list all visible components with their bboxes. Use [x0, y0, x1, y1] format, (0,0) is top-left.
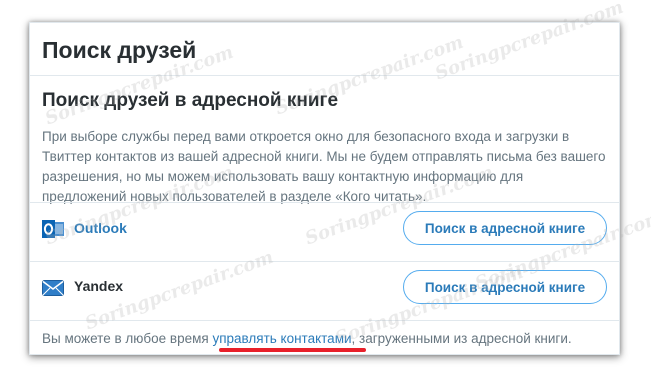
section-heading: Поиск друзей в адресной книге — [42, 90, 339, 111]
service-row-outlook: Outlook Поиск в адресной книге — [30, 202, 619, 254]
mail-envelope-icon — [42, 280, 64, 296]
footer-note: Вы можете в любое время управлять контак… — [42, 331, 572, 346]
service-row-yandex: Yandex Поиск в адресной книге — [30, 261, 619, 313]
find-friends-dialog: Поиск друзей Поиск друзей в адресной кни… — [29, 22, 620, 355]
footer-divider — [30, 320, 619, 321]
outlook-search-address-book-button[interactable]: Поиск в адресной книге — [403, 211, 607, 245]
section-description: При выборе службы перед вами откроется о… — [42, 129, 606, 204]
link-highlight-underline — [219, 348, 366, 352]
footer-text-before: Вы можете в любое время — [42, 331, 213, 346]
manage-contacts-link[interactable]: управлять контактами — [212, 331, 351, 346]
outlook-icon — [42, 220, 64, 238]
footer-text-after: , загруженными из адресной книги. — [351, 331, 572, 346]
yandex-search-address-book-button[interactable]: Поиск в адресной книге — [403, 270, 607, 304]
dialog-title: Поиск друзей — [42, 37, 197, 63]
service-name-outlook: Outlook — [74, 220, 127, 236]
service-name-yandex: Yandex — [74, 278, 124, 294]
title-divider — [30, 75, 619, 76]
